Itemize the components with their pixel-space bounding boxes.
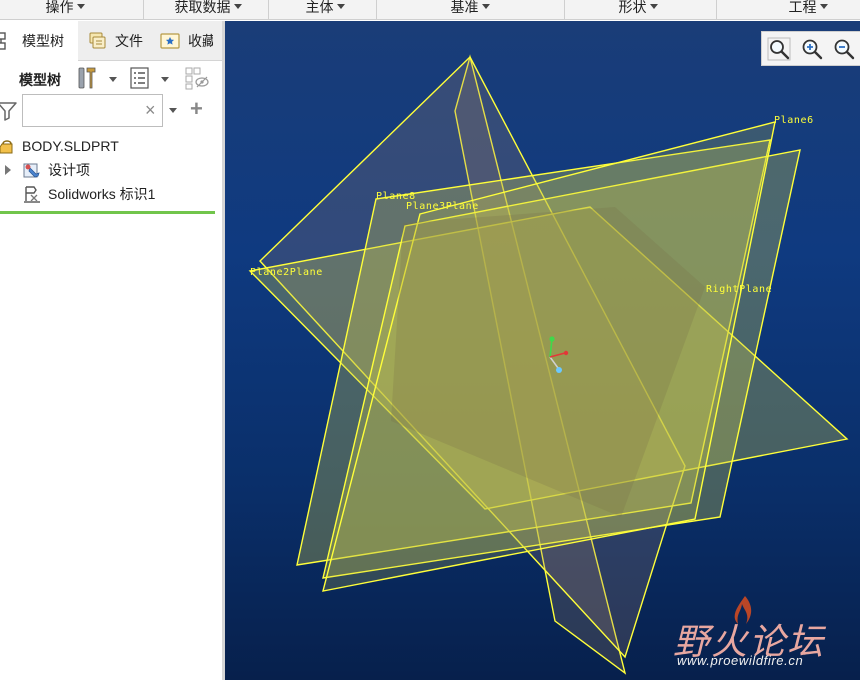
solidworks-id-icon [24,186,40,203]
tab-model-tree-label: 模型树 [22,33,64,49]
clear-search-button[interactable]: × [145,100,156,120]
model-tree-title: 模型树 [19,72,61,88]
graphics-viewport[interactable]: Plane6 Plane8 Plane3Plane Plane2Plane Ri… [225,21,860,680]
label-plane2: Plane2Plane [250,267,323,278]
model-tree-icon [0,32,6,50]
watermark-url: www.proewildfire.cn [677,653,804,668]
label-right-plane: RightPlane [706,284,772,295]
menu-body[interactable]: 主体 [300,0,350,20]
model-tree-toolbar: 模型树 [0,63,222,93]
menu-divider [268,0,269,20]
chevron-down-icon [233,4,242,9]
filter-dropdown-caret[interactable] [169,108,177,113]
filter-icon[interactable] [0,101,17,121]
menu-operations-label: 操作 [45,0,74,15]
flame-icon [734,596,752,624]
files-icon [89,32,106,49]
menu-divider [564,0,565,20]
tab-files[interactable]: 文件 [84,21,147,61]
chevron-down-icon [649,4,658,9]
chevron-down-icon [76,4,85,9]
columns-dropdown-caret[interactable] [161,77,169,82]
tree-filter-row: × + [0,94,222,128]
add-filter-button[interactable]: + [190,98,203,120]
part-icon [0,140,13,154]
tree-node-solidworks-id-label: Solidworks 标识1 [48,186,156,202]
ribbon-menu-bar: 操作 获取数据 主体 基准 形状 工程 [0,0,860,20]
tab-favorites-label: 收藏 [188,33,213,49]
menu-engineering[interactable]: 工程 [783,0,833,20]
show-hide-icon[interactable] [183,65,211,91]
menu-divider [143,0,144,20]
tree-columns-icon[interactable] [128,65,152,91]
menu-divider [716,0,717,20]
label-plane3: Plane3Plane [406,201,479,212]
menu-engineering-label: 工程 [788,0,817,15]
settings-dropdown-caret[interactable] [109,77,117,82]
navigator-panel: 模型树 文件 收藏 模型树 × + BODY.SLDPRT 设计项 Solidw… [0,21,222,680]
zoom-out-icon[interactable] [832,37,856,61]
menu-datum[interactable]: 基准 [445,0,495,20]
menu-divider [376,0,377,20]
expand-arrow-icon[interactable] [3,165,13,175]
chevron-down-icon [819,4,828,9]
label-plane6: Plane6 [774,115,814,126]
favorites-icon [160,33,180,49]
tab-favorites[interactable]: 收藏 [155,21,213,61]
tab-files-label: 文件 [115,33,143,49]
menu-operations[interactable]: 操作 [40,0,90,20]
menu-datum-label: 基准 [450,0,479,15]
tree-node-design-items-label: 设计项 [48,162,90,178]
tree-search-box: × [22,94,163,127]
tree-end-divider [0,211,215,214]
menu-shapes[interactable]: 形状 [613,0,663,20]
menu-get-data-label: 获取数据 [174,0,231,15]
zoom-fit-icon[interactable] [767,37,791,61]
zoom-in-icon[interactable] [800,37,824,61]
navigator-tabs: 模型树 文件 收藏 [0,21,222,61]
tree-node-root-label: BODY.SLDPRT [22,138,119,154]
chevron-down-icon [481,4,490,9]
tree-search-input[interactable] [27,102,139,120]
menu-shapes-label: 形状 [618,0,647,15]
tab-model-tree[interactable]: 模型树 [0,21,78,61]
menu-body-label: 主体 [305,0,334,15]
design-items-icon [23,163,40,178]
chevron-down-icon [336,4,345,9]
settings-icon[interactable] [76,65,98,91]
menu-get-data[interactable]: 获取数据 [168,0,248,20]
plane-scene: Plane6 Plane8 Plane3Plane Plane2Plane Ri… [248,54,849,675]
view-toolbar [761,31,860,66]
